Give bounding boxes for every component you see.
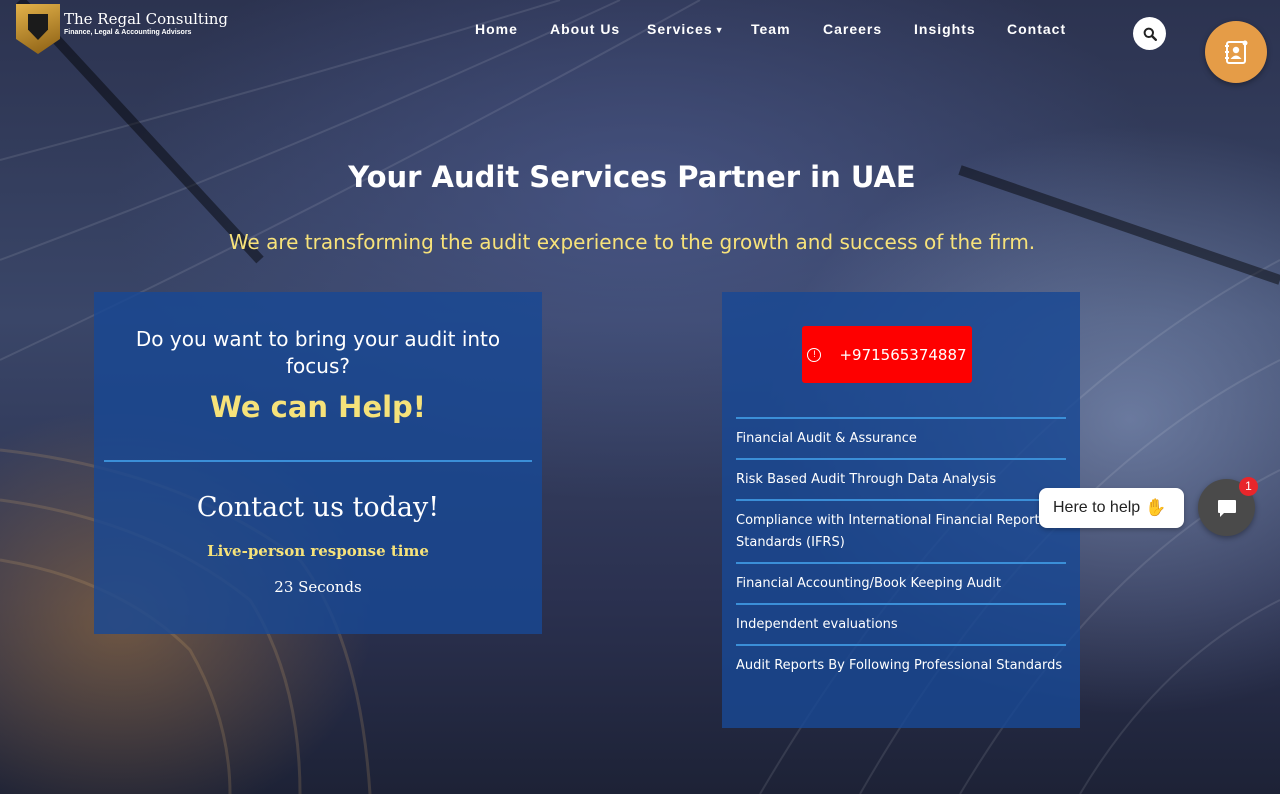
contact-book-icon	[1225, 40, 1248, 64]
phone-call-button[interactable]: ! +971565374887	[802, 326, 972, 383]
service-item[interactable]: Audit Reports By Following Professional …	[736, 644, 1066, 685]
nav-about-us[interactable]: About Us	[550, 20, 647, 38]
chat-icon	[1217, 499, 1236, 517]
chat-unread-badge: 1	[1239, 477, 1258, 496]
response-time-value: 23 Seconds	[274, 578, 362, 596]
waving-hand-icon: ✋	[1145, 498, 1167, 518]
search-button[interactable]	[1133, 17, 1166, 50]
info-circle-icon: !	[807, 347, 822, 362]
service-item[interactable]: Financial Accounting/Book Keeping Audit	[736, 562, 1066, 603]
service-item[interactable]: Compliance with International Financial …	[736, 499, 1066, 562]
help-card: Do you want to bring your audit into foc…	[94, 292, 542, 634]
nav-services[interactable]: Services ▼	[647, 20, 751, 38]
service-item[interactable]: Independent evaluations	[736, 603, 1066, 644]
chat-prompt-text: Here to help	[1053, 499, 1141, 516]
hero-title: Your Audit Services Partner in UAE	[348, 160, 916, 194]
phone-number: +971565374887	[839, 345, 967, 364]
nav-contact[interactable]: Contact	[1007, 20, 1077, 38]
nav-team[interactable]: Team	[751, 20, 823, 38]
service-item[interactable]: Financial Audit & Assurance	[736, 417, 1066, 458]
chevron-down-icon: ▼	[714, 25, 725, 35]
nav-services-label: Services	[647, 21, 713, 37]
contact-heading: Contact us today!	[196, 492, 440, 523]
lion-shield-logo-icon	[16, 4, 60, 54]
nav-careers[interactable]: Careers	[823, 20, 914, 38]
hero-subtitle: We are transforming the audit experience…	[228, 230, 1036, 254]
contact-book-button[interactable]	[1205, 21, 1267, 83]
logo-name: The Regal Consulting	[64, 10, 229, 28]
service-item[interactable]: Risk Based Audit Through Data Analysis	[736, 458, 1066, 499]
nav-insights[interactable]: Insights	[914, 20, 1007, 38]
response-time-label: Live-person response time	[207, 542, 429, 560]
divider	[104, 460, 532, 462]
services-card: ! +971565374887 Financial Audit & Assura…	[722, 292, 1080, 728]
logo[interactable]: The Regal Consulting Finance, Legal & Ac…	[16, 4, 228, 54]
help-question: Do you want to bring your audit into foc…	[135, 327, 501, 378]
logo-tagline: Finance, Legal & Accounting Advisors	[64, 29, 192, 36]
main-nav: Home About Us Services ▼ Team Careers Ins…	[475, 20, 1077, 38]
chat-prompt-bubble[interactable]: Here to help ✋	[1039, 488, 1184, 528]
services-list: Financial Audit & Assurance Risk Based A…	[736, 417, 1066, 685]
nav-home[interactable]: Home	[475, 20, 550, 38]
search-icon	[1143, 27, 1157, 41]
help-heading: We can Help!	[209, 390, 427, 424]
